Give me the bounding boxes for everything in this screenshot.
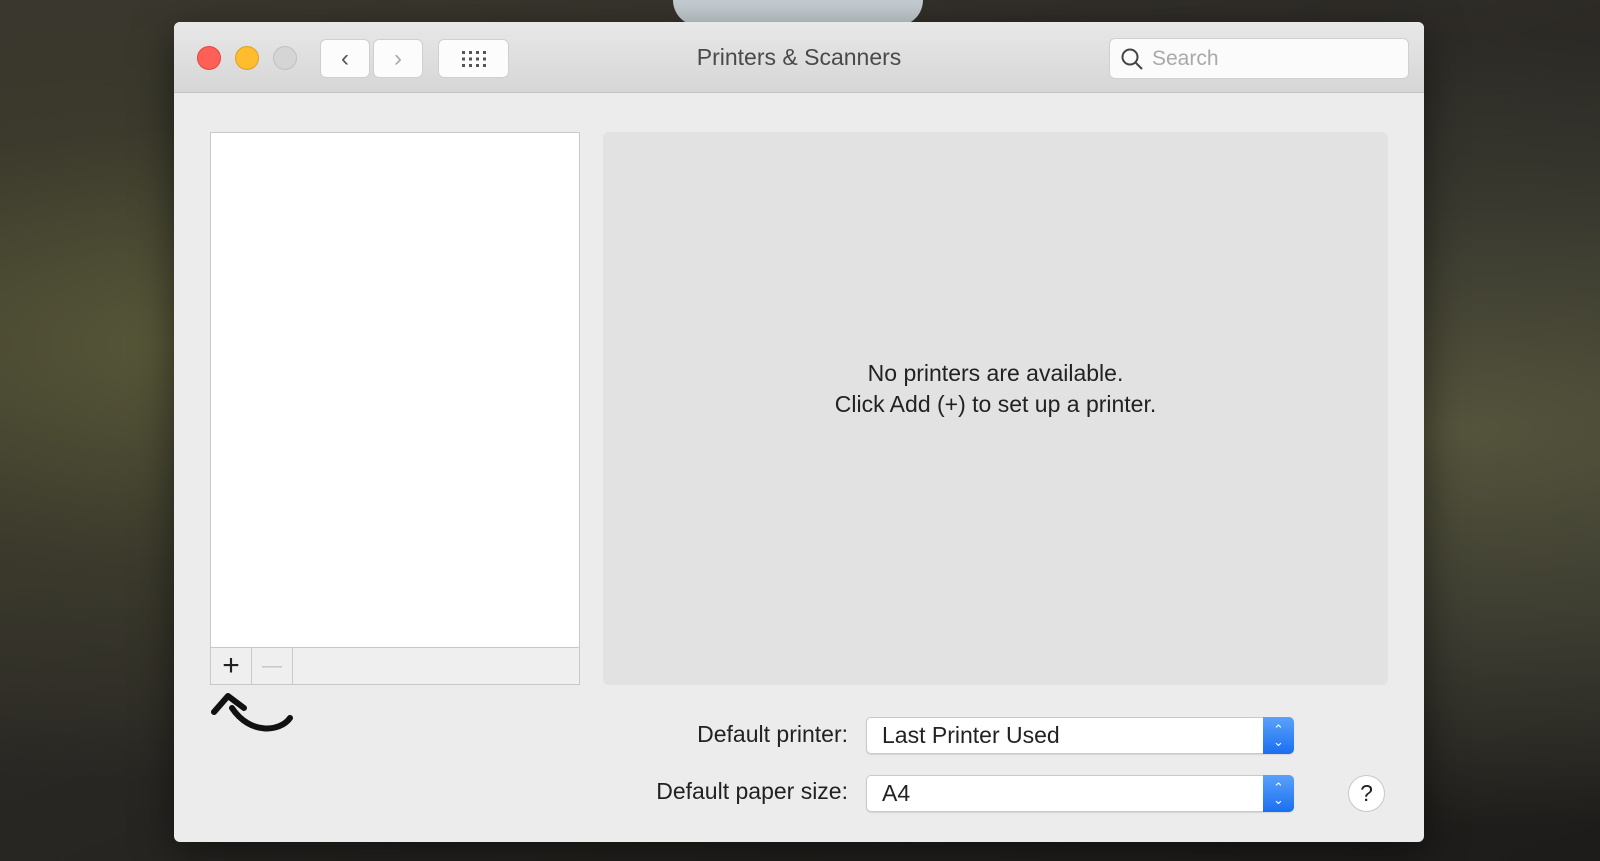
paper-size-value: A4 (882, 780, 911, 806)
printer-details-panel: No printers are available. Click Add (+)… (603, 132, 1388, 685)
empty-message-line1: No printers are available. (867, 359, 1124, 386)
default-printer-select[interactable]: Last Printer Used ⌃ ⌄ (866, 717, 1294, 754)
stepper-chevrons-icon: ⌃ ⌄ (1263, 775, 1294, 812)
preferences-window: ‹ › Printers & Scanners Search + — No pr… (174, 22, 1424, 842)
paper-size-label: Default paper size: (656, 778, 848, 804)
search-field[interactable]: Search (1109, 38, 1409, 79)
search-placeholder: Search (1152, 46, 1219, 70)
search-icon (1121, 48, 1143, 70)
printer-list[interactable] (210, 132, 580, 648)
paper-size-select[interactable]: A4 ⌃ ⌄ (866, 775, 1294, 812)
empty-message-line2: Click Add (+) to set up a printer. (834, 390, 1157, 417)
stepper-chevrons-icon: ⌃ ⌄ (1263, 717, 1294, 754)
title-bar: ‹ › Printers & Scanners Search (174, 22, 1424, 93)
curved-arrow-icon (211, 693, 293, 732)
default-printer-value: Last Printer Used (882, 722, 1060, 748)
add-printer-button[interactable]: + (211, 648, 252, 684)
default-printer-label: Default printer: (697, 721, 848, 747)
printer-list-toolbar: + — (210, 647, 580, 685)
remove-printer-button: — (252, 648, 293, 684)
help-button[interactable]: ? (1348, 775, 1385, 812)
